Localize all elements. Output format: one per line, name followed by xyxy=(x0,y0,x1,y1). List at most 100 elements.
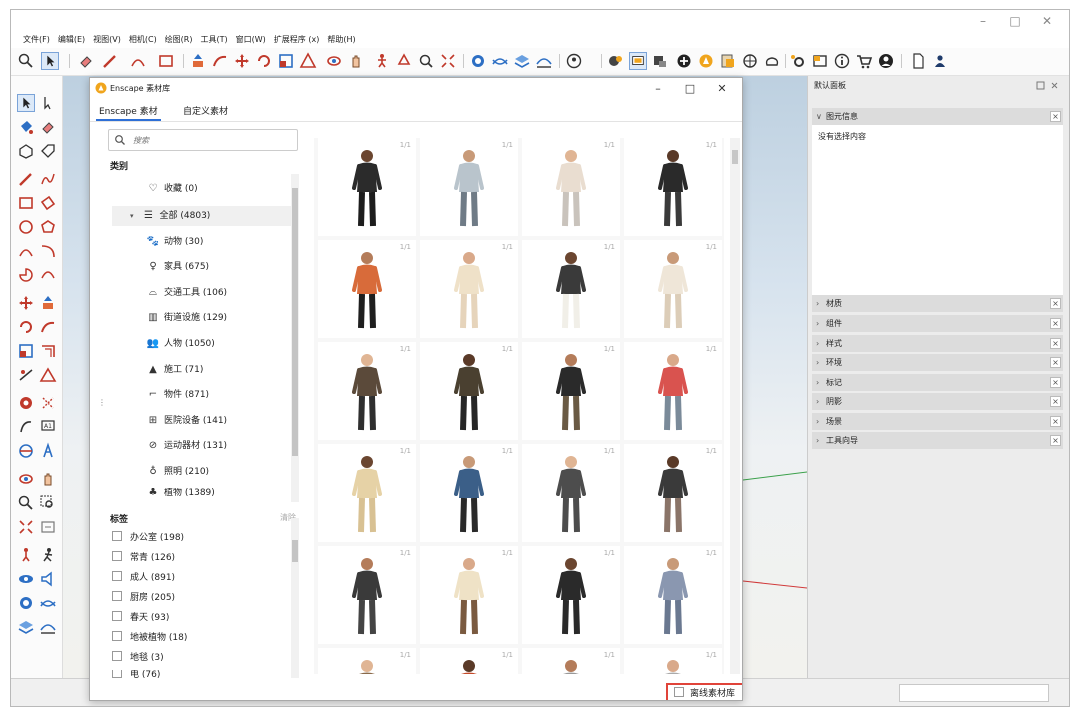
orbit-icon[interactable] xyxy=(325,52,343,70)
user-account-icon[interactable] xyxy=(565,52,583,70)
scrollbar-thumb[interactable] xyxy=(292,188,298,456)
menu-extensions[interactable]: 扩展程序 (x) xyxy=(270,32,324,48)
category-plants[interactable]: ♣ 植物 (1389) xyxy=(146,488,215,496)
categories-scrollbar[interactable] xyxy=(291,174,299,502)
category-sports[interactable]: ⊘ 运动器材 (131) xyxy=(146,438,227,454)
circle-tool-icon[interactable] xyxy=(17,218,35,236)
asset-grid-scrollbar[interactable] xyxy=(730,138,740,674)
scale-tool-icon[interactable] xyxy=(17,342,35,360)
category-construction[interactable]: ▲ 施工 (71) xyxy=(146,362,203,378)
tray-panel-instructor[interactable]: › 工具向导 × xyxy=(812,432,1063,449)
asset-thumbnail[interactable]: 1/1 xyxy=(318,648,416,674)
move-icon[interactable] xyxy=(233,52,251,70)
rotate-icon[interactable] xyxy=(255,52,273,70)
menu-window[interactable]: 窗口(W) xyxy=(232,32,270,48)
tray-panel-scenes[interactable]: › 场景 × xyxy=(812,413,1063,430)
eraser-tool-icon[interactable] xyxy=(39,118,57,136)
zoom-window-icon[interactable] xyxy=(417,52,435,70)
menu-camera[interactable]: 相机(C) xyxy=(125,32,161,48)
protractor-icon[interactable] xyxy=(39,366,57,384)
asset-thumbnail[interactable]: 1/1 xyxy=(420,444,518,542)
offset-tool-icon[interactable] xyxy=(39,342,57,360)
tag-item[interactable]: 春天 (93) xyxy=(112,611,169,625)
zoom-window-tool-icon[interactable] xyxy=(39,494,57,512)
zoom-extents-tool-icon[interactable] xyxy=(17,518,35,536)
previous-view-icon[interactable] xyxy=(39,518,57,536)
scale-icon[interactable] xyxy=(277,52,295,70)
paint-bucket-icon[interactable] xyxy=(17,118,35,136)
tab-custom-assets[interactable]: 自定义素材 xyxy=(180,104,231,117)
freehand-tool-icon[interactable] xyxy=(39,170,57,188)
asset-thumbnail[interactable]: 1/1 xyxy=(624,138,722,236)
layers-tool-icon[interactable] xyxy=(17,618,35,636)
layers-icon[interactable] xyxy=(513,52,531,70)
orbit-tool-icon[interactable] xyxy=(17,470,35,488)
tag-item[interactable]: 办公室 (198) xyxy=(112,531,184,545)
category-favorites[interactable]: ♡ 收藏 (0) xyxy=(146,181,198,197)
pan-icon[interactable] xyxy=(347,52,365,70)
zoom-tool-icon[interactable] xyxy=(17,494,35,512)
category-street-furniture[interactable]: ▥ 街道设施 (129) xyxy=(146,310,227,326)
tray-panel-materials[interactable]: › 材质 × xyxy=(812,295,1063,312)
tag-item[interactable]: 地毯 (3) xyxy=(112,651,164,665)
asset-thumbnail[interactable]: 1/1 xyxy=(420,546,518,644)
arc-icon[interactable] xyxy=(129,52,147,70)
pin-icon[interactable] xyxy=(1036,81,1045,90)
asset-thumbnail[interactable]: 1/1 xyxy=(420,342,518,440)
asset-thumbnail[interactable]: 1/1 xyxy=(624,444,722,542)
checkbox[interactable] xyxy=(112,571,122,581)
close-icon[interactable]: × xyxy=(1050,416,1061,427)
category-animals[interactable]: 🐾 动物 (30) xyxy=(146,234,204,250)
select-arrow-icon[interactable] xyxy=(41,52,59,70)
tag-item[interactable]: 常青 (126) xyxy=(112,551,175,565)
look-around-tool-icon[interactable] xyxy=(17,570,35,588)
three-point-arc-icon[interactable] xyxy=(39,266,57,284)
rotate-tool-icon[interactable] xyxy=(17,318,35,336)
asset-thumbnail[interactable]: 1/1 xyxy=(522,342,620,440)
measurements-box[interactable] xyxy=(899,684,1049,702)
close-icon[interactable]: × xyxy=(1050,435,1061,446)
line-tool-icon[interactable] xyxy=(17,170,35,188)
menu-draw[interactable]: 绘图(R) xyxy=(161,32,197,48)
tag-item[interactable]: 厨房 (205) xyxy=(112,591,175,605)
category-lighting[interactable]: ♁ 照明 (210) xyxy=(146,464,209,480)
walk-icon[interactable] xyxy=(373,52,391,70)
checkbox[interactable] xyxy=(112,531,122,541)
category-furniture[interactable]: ♀ 家具 (675) xyxy=(146,259,209,275)
asset-thumbnail[interactable]: 1/1 xyxy=(318,240,416,338)
enscape-batch-render-icon[interactable] xyxy=(719,52,737,70)
category-people[interactable]: 👥 人物 (1050) xyxy=(146,336,215,352)
push-pull-tool-icon[interactable] xyxy=(39,294,57,312)
asset-thumbnail[interactable]: 1/1 xyxy=(522,444,620,542)
enscape-capture-icon[interactable] xyxy=(675,52,693,70)
search-input[interactable] xyxy=(133,133,283,147)
section-plane-icon[interactable] xyxy=(17,442,35,460)
stamp-icon[interactable] xyxy=(535,52,553,70)
enscape-upload-icon[interactable] xyxy=(763,52,781,70)
checkbox[interactable] xyxy=(112,670,122,678)
asset-thumbnail[interactable]: 1/1 xyxy=(522,648,620,674)
enscape-start-icon[interactable] xyxy=(607,52,625,70)
tray-panel-tags[interactable]: › 标记 × xyxy=(812,374,1063,391)
window-minimize-button[interactable]: – xyxy=(969,12,997,30)
look-around-icon[interactable] xyxy=(395,52,413,70)
enscape-settings-icon[interactable] xyxy=(789,52,807,70)
close-icon[interactable]: × xyxy=(1050,396,1061,407)
tray-panel-environment[interactable]: › 环境 × xyxy=(812,354,1063,371)
asset-thumbnail[interactable]: 1/1 xyxy=(624,240,722,338)
window-maximize-button[interactable]: □ xyxy=(1001,12,1029,30)
category-objects[interactable]: ⌐ 物件 (871) xyxy=(146,387,209,403)
3d-text-icon[interactable]: A1 xyxy=(39,418,57,436)
asset-thumbnail[interactable]: 1/1 xyxy=(420,240,518,338)
enscape-sync-views-icon[interactable] xyxy=(651,52,669,70)
close-icon[interactable]: × xyxy=(1050,111,1061,122)
asset-thumbnail[interactable]: 1/1 xyxy=(318,546,416,644)
follow-me-icon[interactable] xyxy=(211,52,229,70)
walk-tool-icon[interactable] xyxy=(39,546,57,564)
checkbox[interactable] xyxy=(112,611,122,621)
asset-thumbnail[interactable]: 1/1 xyxy=(624,342,722,440)
stamp-tool-icon[interactable] xyxy=(39,618,57,636)
3d-text-a-icon[interactable] xyxy=(39,442,57,460)
cart-icon[interactable] xyxy=(855,52,873,70)
offline-library-toggle[interactable]: 离线素材库 xyxy=(666,683,742,700)
